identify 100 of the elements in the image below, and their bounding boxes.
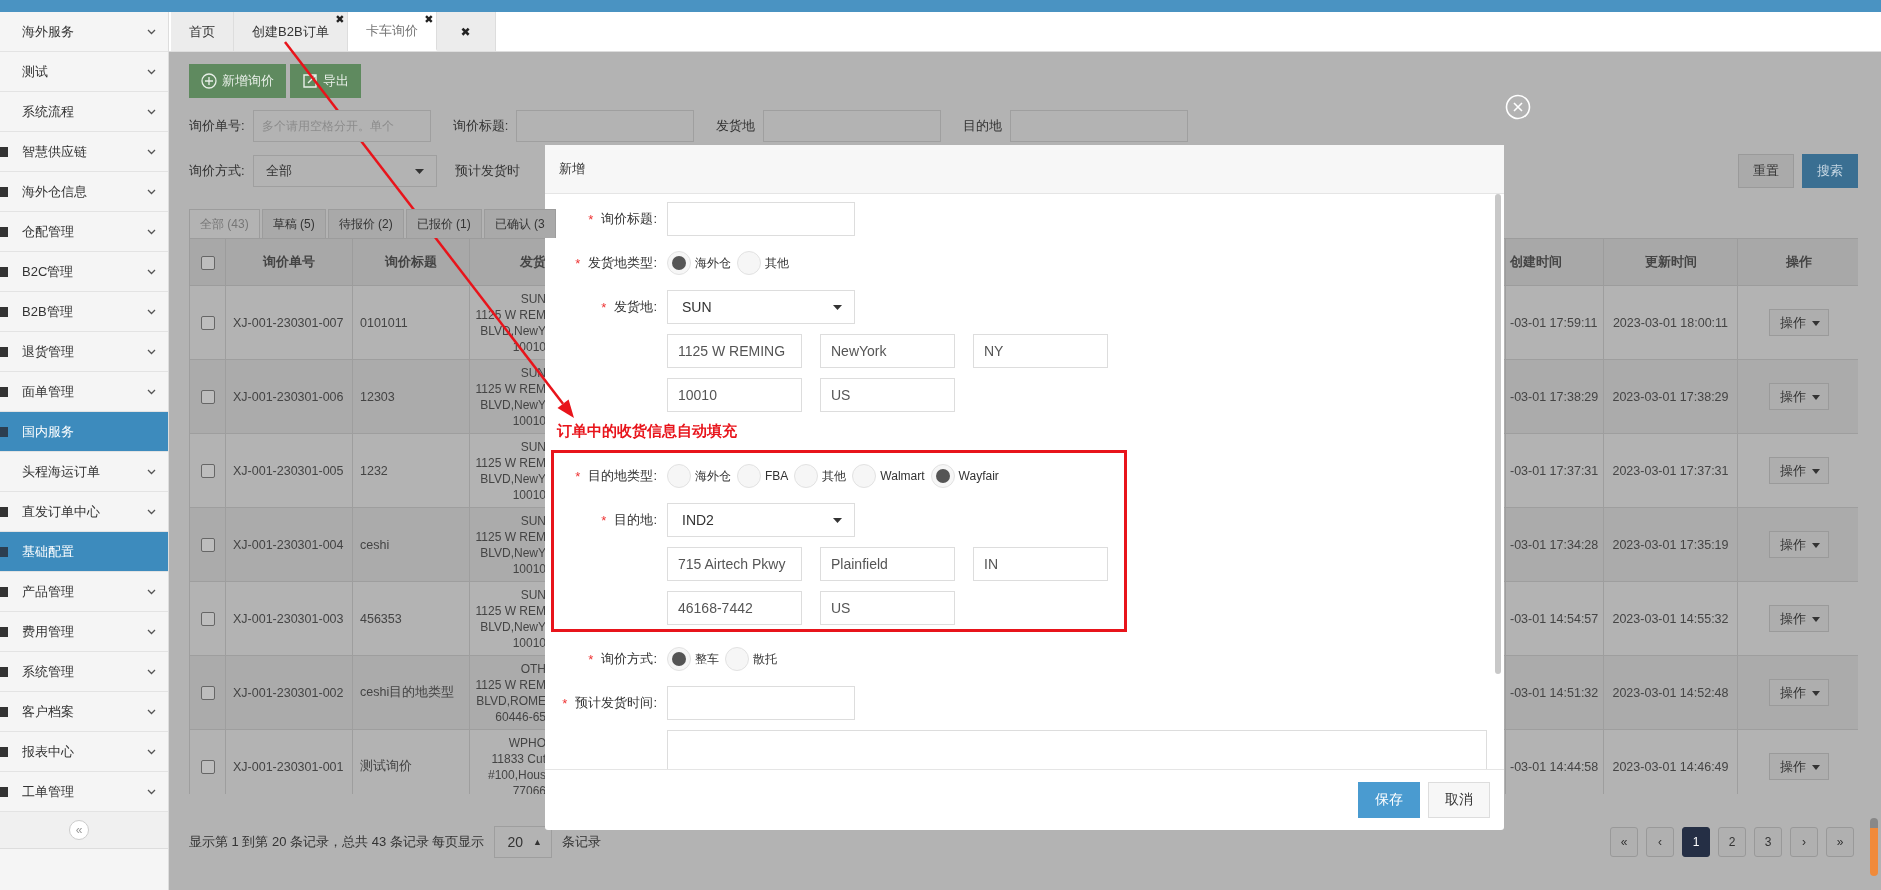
action-dropdown[interactable]: 操作 bbox=[1768, 679, 1829, 706]
input-field[interactable]: NewYork bbox=[820, 334, 955, 368]
input-field[interactable]: US bbox=[820, 378, 955, 412]
radio-button[interactable] bbox=[667, 464, 691, 488]
page-button[interactable]: 3 bbox=[1754, 827, 1782, 857]
sidebar-item[interactable]: 费用管理 bbox=[0, 612, 168, 652]
radio-option[interactable]: 海外仓 bbox=[667, 251, 731, 275]
page-button[interactable]: › bbox=[1790, 827, 1818, 857]
radio-option[interactable]: Walmart bbox=[852, 464, 925, 488]
radio-option[interactable]: 散托 bbox=[725, 647, 777, 671]
input-field[interactable]: 10010 bbox=[667, 378, 802, 412]
action-dropdown[interactable]: 操作 bbox=[1768, 605, 1829, 632]
select-field[interactable]: SUN bbox=[667, 290, 855, 324]
action-dropdown[interactable]: 操作 bbox=[1768, 383, 1829, 410]
close-icon[interactable] bbox=[1505, 94, 1531, 120]
sidebar-item[interactable]: 仓配管理 bbox=[0, 212, 168, 252]
select-field[interactable]: IND2 bbox=[667, 503, 855, 537]
radio-button[interactable] bbox=[667, 251, 691, 275]
status-tab[interactable]: 已确认 (3 bbox=[483, 209, 556, 238]
chevron-down-icon bbox=[147, 269, 156, 275]
page-button[interactable]: 1 bbox=[1682, 827, 1710, 857]
sidebar-item[interactable]: 头程海运订单 bbox=[0, 452, 168, 492]
sidebar-item[interactable]: 智慧供应链 bbox=[0, 132, 168, 172]
sidebar-item[interactable]: 海外服务 bbox=[0, 12, 168, 52]
close-button[interactable]: ✖ bbox=[335, 14, 345, 25]
sidebar-item[interactable]: 系统管理 bbox=[0, 652, 168, 692]
action-dropdown[interactable]: 操作 bbox=[1768, 531, 1829, 558]
checkbox[interactable] bbox=[200, 759, 215, 774]
reset-button[interactable]: 重置 bbox=[1738, 154, 1794, 188]
checkbox[interactable] bbox=[200, 685, 215, 700]
page-button[interactable]: » bbox=[1826, 827, 1854, 857]
sidebar-item[interactable]: 系统流程 bbox=[0, 92, 168, 132]
sidebar-item[interactable]: 测试 bbox=[0, 52, 168, 92]
table-cell: 2023-03-01 17:37:31 bbox=[1603, 433, 1738, 508]
add-button[interactable]: 新增询价 bbox=[189, 64, 286, 98]
chevron-down-icon bbox=[147, 189, 156, 195]
input-field[interactable]: NY bbox=[973, 334, 1108, 368]
cancel-button[interactable]: 取消 bbox=[1428, 782, 1490, 818]
input-field[interactable]: US bbox=[820, 591, 955, 625]
radio-option[interactable]: 海外仓 bbox=[667, 464, 731, 488]
input-field[interactable]: Plainfield bbox=[820, 547, 955, 581]
radio-button[interactable] bbox=[725, 647, 749, 671]
tab[interactable]: ✖ bbox=[436, 12, 496, 51]
close-button[interactable]: ✖ bbox=[454, 25, 477, 38]
input-field[interactable]: IN bbox=[973, 547, 1108, 581]
caret-icon bbox=[1811, 690, 1820, 696]
scrollbar[interactable] bbox=[1495, 194, 1501, 674]
required-mark: * bbox=[601, 512, 607, 528]
sidebar-item[interactable]: 产品管理 bbox=[0, 572, 168, 612]
status-tab[interactable]: 待报价 (2) bbox=[327, 209, 404, 238]
radio-option[interactable]: 整车 bbox=[667, 647, 719, 671]
radio-option[interactable]: FBA bbox=[737, 464, 789, 488]
input-field[interactable]: 715 Airtech Pkwy bbox=[667, 547, 802, 581]
select-field[interactable]: 全部 bbox=[252, 155, 437, 187]
radio-button[interactable] bbox=[794, 464, 819, 488]
radio-button[interactable] bbox=[667, 647, 691, 671]
radio-option[interactable]: Wayfair bbox=[930, 464, 999, 488]
sidebar-section[interactable]: 国内服务 bbox=[0, 412, 168, 452]
page-size-select[interactable]: 20 ▲ bbox=[494, 826, 553, 858]
input-field[interactable] bbox=[667, 686, 855, 720]
tab[interactable]: 创建B2B订单 ✖ bbox=[234, 12, 348, 51]
radio-option[interactable]: 其他 bbox=[737, 251, 789, 275]
sidebar-item[interactable]: 报表中心 bbox=[0, 732, 168, 772]
sidebar-section[interactable]: 基础配置 bbox=[0, 532, 168, 572]
input-field[interactable] bbox=[667, 202, 855, 236]
scrollbar-thumb[interactable] bbox=[1870, 818, 1878, 876]
input-field[interactable]: 1125 W REMING bbox=[667, 334, 802, 368]
page-button[interactable]: 2 bbox=[1718, 827, 1746, 857]
status-tab[interactable]: 已报价 (1) bbox=[405, 209, 482, 238]
page-button[interactable]: ‹ bbox=[1646, 827, 1674, 857]
sidebar-item[interactable]: 客户档案 bbox=[0, 692, 168, 732]
radio-button[interactable] bbox=[737, 251, 761, 275]
checkbox[interactable] bbox=[200, 315, 215, 330]
sidebar-item[interactable]: B2B管理 bbox=[0, 292, 168, 332]
sidebar-item[interactable]: 退货管理 bbox=[0, 332, 168, 372]
action-dropdown[interactable]: 操作 bbox=[1768, 309, 1829, 336]
caret-icon bbox=[414, 169, 424, 174]
checkbox[interactable] bbox=[200, 611, 215, 626]
status-tab[interactable]: 草稿 (5) bbox=[261, 209, 326, 238]
sidebar-item[interactable]: B2C管理 bbox=[0, 252, 168, 292]
sidebar-item[interactable]: 海外仓信息 bbox=[0, 172, 168, 212]
chevron-down-icon bbox=[147, 109, 156, 115]
radio-button[interactable] bbox=[737, 464, 761, 488]
input-field[interactable]: 46168-7442 bbox=[667, 591, 802, 625]
action-dropdown[interactable]: 操作 bbox=[1768, 457, 1829, 484]
radio-button[interactable] bbox=[930, 464, 955, 488]
checkbox[interactable] bbox=[200, 389, 215, 404]
checkbox[interactable] bbox=[200, 463, 215, 478]
page-button[interactable]: « bbox=[1610, 827, 1638, 857]
checkbox[interactable] bbox=[200, 537, 215, 552]
tab[interactable]: 首页 bbox=[171, 12, 234, 51]
table-cell: ceshi目的地类型 bbox=[352, 655, 470, 730]
radio-option[interactable]: 其他 bbox=[794, 464, 847, 488]
search-button[interactable]: 搜索 bbox=[1802, 154, 1858, 188]
chevron-down-icon bbox=[147, 789, 156, 795]
radio-button[interactable] bbox=[852, 464, 877, 488]
close-button[interactable]: ✖ bbox=[424, 14, 434, 25]
export-button[interactable]: 导出 bbox=[290, 64, 361, 98]
action-dropdown[interactable]: 操作 bbox=[1768, 753, 1829, 780]
checkbox[interactable] bbox=[200, 255, 215, 270]
